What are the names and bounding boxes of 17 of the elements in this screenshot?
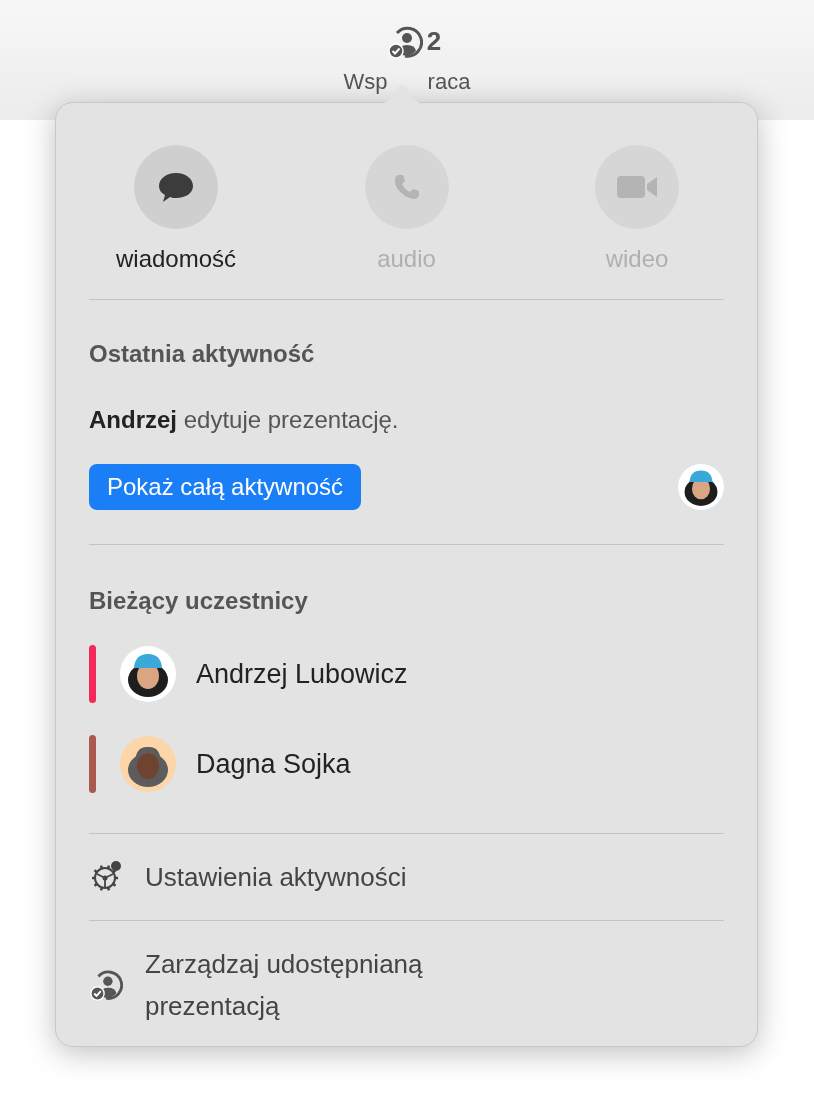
gear-icon — [89, 860, 123, 894]
activity-entry: Andrzej edytuje prezentację. — [89, 405, 400, 435]
menu-item[interactable]: Ustawienia aktywności — [89, 834, 724, 920]
avatar — [120, 736, 176, 792]
avatar — [678, 464, 724, 510]
menu-item[interactable]: Zarządzaj udostępnianą prezentacją — [89, 921, 724, 1049]
action-button[interactable]: wiadomość — [111, 145, 241, 277]
section-heading: Bieżący uczestnicy — [89, 586, 309, 616]
participant-count: 2 — [426, 25, 442, 58]
toolbar-label: raca — [427, 68, 471, 96]
toolbar-label: Wsp — [343, 68, 388, 96]
people-check-icon — [89, 968, 123, 1002]
participant-name: Andrzej Lubowicz — [196, 657, 408, 691]
show-activity-button[interactable]: Pokaż całą aktywność — [89, 464, 362, 510]
avatar — [120, 646, 176, 702]
section-heading: Ostatnia aktywność — [89, 339, 316, 369]
participant-name: Dagna Sojka — [196, 747, 351, 781]
